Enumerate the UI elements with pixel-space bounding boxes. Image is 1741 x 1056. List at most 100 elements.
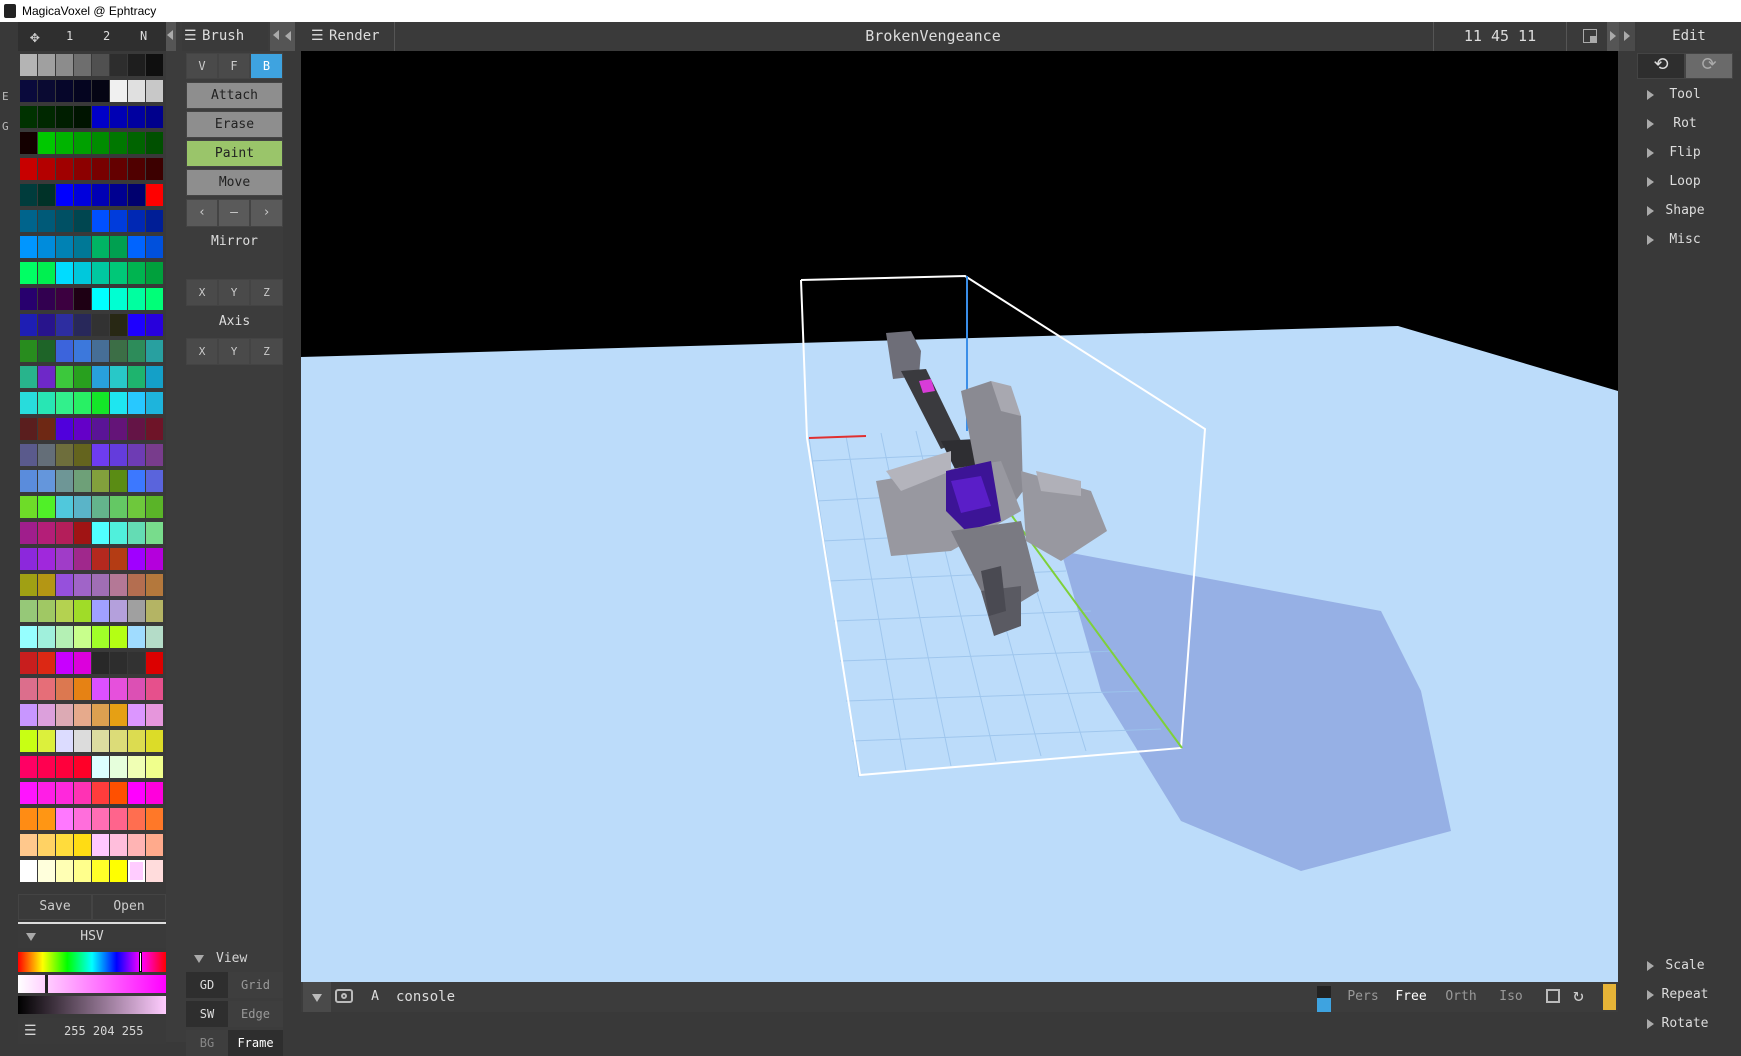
palette-swatch[interactable]: [128, 262, 145, 284]
palette-swatch[interactable]: [92, 678, 109, 700]
palette-swatch[interactable]: [92, 496, 109, 518]
palette-swatch[interactable]: [92, 782, 109, 804]
palette-swatch[interactable]: [20, 730, 37, 752]
palette-swatch[interactable]: [128, 548, 145, 570]
camera-iso-button[interactable]: Iso: [1489, 982, 1533, 1012]
palette-swatch[interactable]: [92, 132, 109, 154]
palette-swatch[interactable]: [56, 756, 73, 778]
palette-swatch[interactable]: [92, 860, 109, 882]
side-tab-e[interactable]: E: [2, 90, 9, 103]
palette-swatch[interactable]: [56, 600, 73, 622]
palette-swatch[interactable]: [110, 340, 127, 362]
palette-swatch[interactable]: [74, 262, 91, 284]
palette-swatch[interactable]: [20, 314, 37, 336]
edit-item-loop[interactable]: Loop: [1637, 169, 1733, 195]
move-button[interactable]: Move: [186, 169, 283, 196]
palette-swatch[interactable]: [110, 808, 127, 830]
palette-swatch[interactable]: [56, 652, 73, 674]
palette-swatch[interactable]: [56, 210, 73, 232]
palette-swatch[interactable]: [128, 496, 145, 518]
palette-swatch[interactable]: [20, 574, 37, 596]
palette-swatch[interactable]: [74, 132, 91, 154]
palette-swatch[interactable]: [128, 756, 145, 778]
palette-swatch[interactable]: [128, 314, 145, 336]
palette-swatch[interactable]: [110, 548, 127, 570]
palette-swatch[interactable]: [56, 314, 73, 336]
next-button[interactable]: ›: [250, 199, 283, 227]
palette-swatch[interactable]: [110, 54, 127, 76]
saturation-slider-handle[interactable]: [45, 975, 48, 993]
palette-swatch[interactable]: [128, 808, 145, 830]
palette-swatch[interactable]: [56, 132, 73, 154]
right-collapse-icon[interactable]: [270, 22, 283, 51]
palette-swatch[interactable]: [38, 626, 55, 648]
palette-swatch[interactable]: [38, 574, 55, 596]
palette-swatch[interactable]: [20, 288, 37, 310]
undo-icon[interactable]: ⟲: [1637, 53, 1685, 79]
palette-swatch[interactable]: [56, 340, 73, 362]
saturation-slider[interactable]: [18, 975, 166, 993]
palette-swatch[interactable]: [56, 80, 73, 102]
palette-swatch[interactable]: [92, 522, 109, 544]
hue-slider-handle[interactable]: [139, 952, 142, 972]
palette-swatch[interactable]: [56, 808, 73, 830]
palette-swatch[interactable]: [20, 704, 37, 726]
palette-swatch[interactable]: [128, 574, 145, 596]
palette-swatch[interactable]: [74, 54, 91, 76]
palette-swatch[interactable]: [38, 678, 55, 700]
palette-swatch[interactable]: [38, 444, 55, 466]
palette-swatch[interactable]: [56, 392, 73, 414]
palette-swatch[interactable]: [128, 80, 145, 102]
palette-swatch[interactable]: [56, 418, 73, 440]
palette-swatch[interactable]: [110, 262, 127, 284]
palette-swatch[interactable]: [38, 340, 55, 362]
palette-swatch[interactable]: [74, 860, 91, 882]
palette-swatch[interactable]: [20, 132, 37, 154]
palette-swatch[interactable]: [146, 184, 163, 206]
palette-swatch[interactable]: [20, 678, 37, 700]
palette-swatch[interactable]: [92, 54, 109, 76]
palette-swatch[interactable]: [110, 704, 127, 726]
erase-button[interactable]: Erase: [186, 111, 283, 138]
palette-swatch[interactable]: [74, 184, 91, 206]
palette-swatch[interactable]: [74, 574, 91, 596]
palette-swatch[interactable]: [56, 236, 73, 258]
palette-swatch[interactable]: [20, 418, 37, 440]
hue-slider[interactable]: [18, 952, 166, 972]
value-slider[interactable]: [18, 996, 166, 1014]
palette-swatch[interactable]: [38, 756, 55, 778]
mode-box-button[interactable]: B: [250, 53, 283, 79]
palette-swatch[interactable]: [92, 314, 109, 336]
palette-swatch[interactable]: [20, 496, 37, 518]
palette-swatch[interactable]: [74, 418, 91, 440]
palette-swatch[interactable]: [74, 236, 91, 258]
paint-button[interactable]: Paint: [186, 140, 283, 167]
palette-swatch[interactable]: [38, 80, 55, 102]
palette-swatch[interactable]: [146, 548, 163, 570]
palette-swatch[interactable]: [56, 106, 73, 128]
palette-swatch[interactable]: [74, 626, 91, 648]
palette-swatch[interactable]: [146, 626, 163, 648]
palette-swatch[interactable]: [110, 80, 127, 102]
palette-swatch[interactable]: [128, 392, 145, 414]
palette-swatch[interactable]: [56, 704, 73, 726]
palette-swatch[interactable]: [74, 548, 91, 570]
palette-swatch[interactable]: [74, 756, 91, 778]
palette-tab-n[interactable]: N: [140, 22, 147, 51]
palette-swatch[interactable]: [38, 860, 55, 882]
view-header[interactable]: View: [186, 946, 283, 972]
palette-swatch[interactable]: [128, 366, 145, 388]
palette-swatch[interactable]: [38, 184, 55, 206]
layout-icon[interactable]: [1583, 29, 1597, 43]
camera-free-button[interactable]: Free: [1389, 982, 1433, 1012]
palette-tab-1[interactable]: 1: [66, 22, 73, 51]
palette-swatch[interactable]: [92, 444, 109, 466]
palette-swatch[interactable]: [20, 106, 37, 128]
palette-swatch[interactable]: [38, 236, 55, 258]
palette-swatch[interactable]: [128, 730, 145, 752]
palette-swatch[interactable]: [146, 756, 163, 778]
palette-swatch[interactable]: [38, 132, 55, 154]
palette-swatch[interactable]: [146, 366, 163, 388]
palette-swatch[interactable]: [20, 522, 37, 544]
palette-swatch[interactable]: [56, 470, 73, 492]
